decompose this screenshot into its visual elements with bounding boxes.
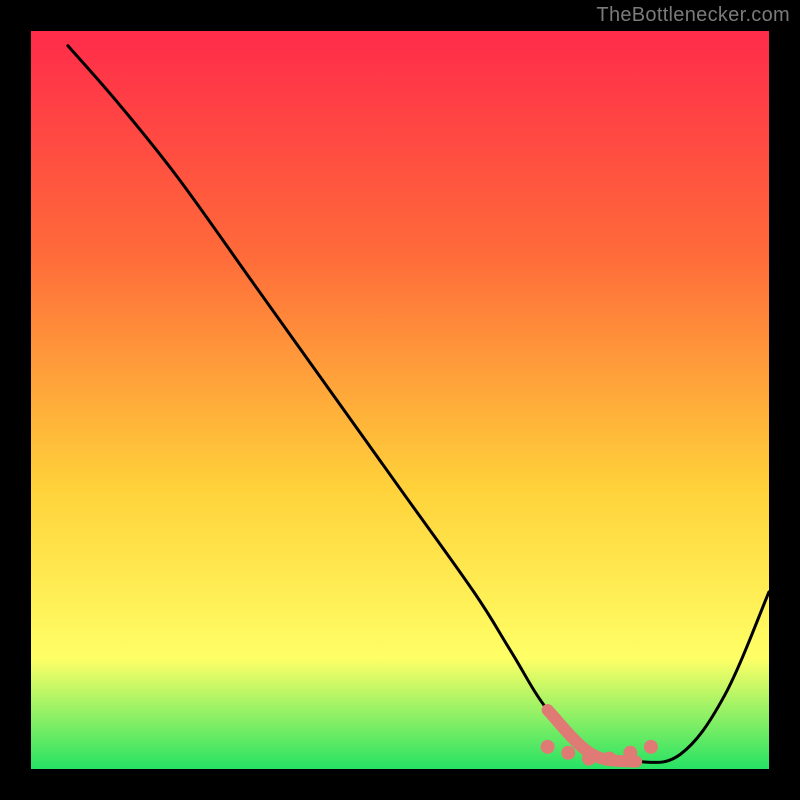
highlight-dot (644, 740, 658, 754)
plot-area-gradient (31, 31, 769, 769)
highlight-dot (561, 746, 575, 760)
highlight-dot (541, 740, 555, 754)
highlight-dot (623, 746, 637, 760)
highlight-dot (582, 752, 596, 766)
attribution-text: TheBottlenecker.com (596, 4, 790, 27)
bottleneck-chart (0, 0, 800, 800)
highlight-dot (603, 752, 617, 766)
